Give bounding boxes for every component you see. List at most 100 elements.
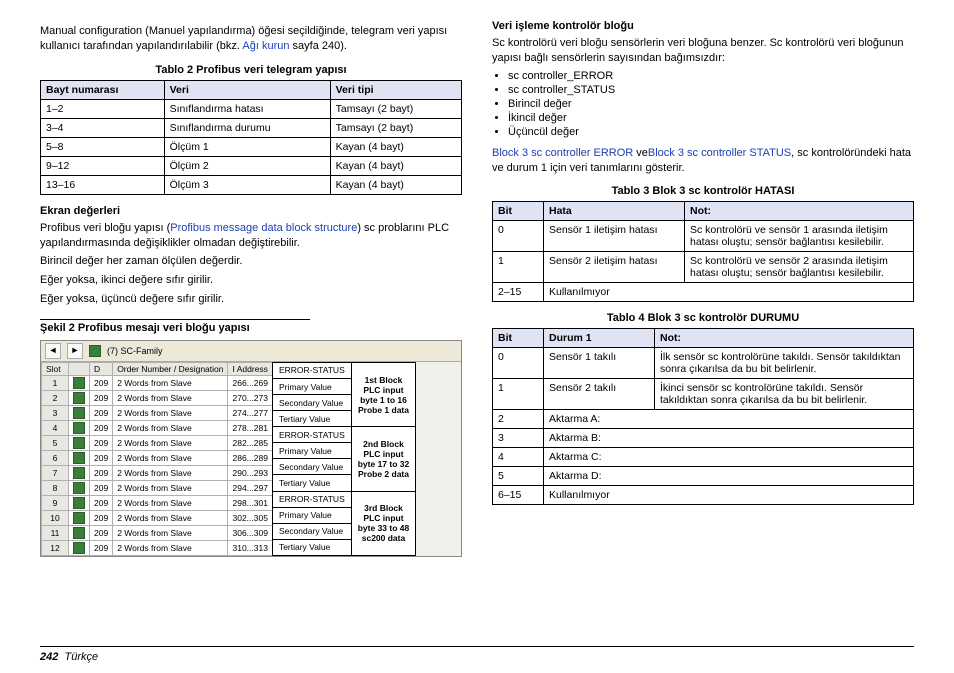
- table-row: 9–12Ölçüm 2Kayan (4 bayt): [41, 156, 462, 175]
- th: Veri: [164, 80, 330, 99]
- fig-device-label: (7) SC-Family: [107, 346, 163, 356]
- link-block3-error[interactable]: Block 3 sc controller ERROR: [492, 147, 633, 159]
- grid-cell: 2 Words from Slave: [113, 495, 228, 510]
- th: Bit: [493, 202, 544, 221]
- intro-link[interactable]: Ağı kurun: [242, 40, 289, 52]
- table2-header-row: Bayt numarası Veri Veri tipi: [41, 80, 462, 99]
- grid-cell: 282...285: [228, 435, 272, 450]
- link-block3-status[interactable]: Block 3 sc controller STATUS: [648, 147, 791, 159]
- table-row: 2Aktarma A:: [493, 410, 914, 429]
- list-item: sc controller_ERROR: [508, 70, 914, 82]
- grid-cell: 6: [42, 450, 69, 465]
- grid-cell: 2 Words from Slave: [113, 480, 228, 495]
- right-heading: Veri işleme kontrolör bloğu: [492, 20, 914, 32]
- annot-row: ERROR-STATUS3rd BlockPLC inputbyte 33 to…: [272, 491, 415, 507]
- cell: Aktarma A:: [544, 410, 914, 429]
- back-icon[interactable]: ◄: [45, 343, 61, 359]
- table-row: 3Aktarma B:: [493, 429, 914, 448]
- table4-title: Tablo 4 Blok 3 sc kontrolör DURUMU: [492, 312, 914, 324]
- grid-cell: [69, 510, 90, 525]
- list-item: İkincil değer: [508, 112, 914, 124]
- cell: Ölçüm 2: [164, 156, 330, 175]
- cell: 3: [493, 429, 544, 448]
- cell: Tamsayı (2 bayt): [330, 99, 461, 118]
- slot-icon: [73, 452, 85, 464]
- cell: Aktarma B:: [544, 429, 914, 448]
- cell: Kullanılmıyor: [544, 283, 914, 302]
- grid-cell: 306...309: [228, 525, 272, 540]
- grid-cell: 209: [90, 525, 113, 540]
- table-row: 2–15Kullanılmıyor: [493, 283, 914, 302]
- cell: 9–12: [41, 156, 165, 175]
- txt: Profibus veri bloğu yapısı (: [40, 222, 170, 234]
- forward-icon[interactable]: ►: [67, 343, 83, 359]
- cell: Ölçüm 3: [164, 175, 330, 194]
- table-row: 5–8Ölçüm 1Kayan (4 bayt): [41, 137, 462, 156]
- table-row: 1Sensör 2 takılıİkinci sensör sc kontrol…: [493, 379, 914, 410]
- gh: Order Number / Designation: [113, 362, 228, 375]
- grid-cell: 2 Words from Slave: [113, 375, 228, 390]
- slot-icon: [73, 467, 85, 479]
- annot-item: ERROR-STATUS: [272, 491, 351, 507]
- table-row: 1–2Sınıflandırma hatasıTamsayı (2 bayt): [41, 99, 462, 118]
- struct-link[interactable]: Profibus message data block structure: [170, 222, 357, 234]
- annot-item: Tertiary Value: [272, 475, 351, 491]
- grid-cell: 2 Words from Slave: [113, 465, 228, 480]
- grid-row: 52092 Words from Slave282...285: [42, 435, 273, 450]
- cell: 2: [493, 410, 544, 429]
- annot-item: Tertiary Value: [272, 411, 351, 427]
- annot-item: Tertiary Value: [272, 539, 351, 555]
- grid-row: 62092 Words from Slave286...289: [42, 450, 273, 465]
- grid-cell: [69, 390, 90, 405]
- right-p2: Block 3 sc controller ERROR veBlock 3 sc…: [492, 146, 914, 176]
- th: Hata: [544, 202, 685, 221]
- cell: Sensör 2 iletişim hatası: [544, 252, 685, 283]
- bullet-list: sc controller_ERRORsc controller_STATUSB…: [508, 70, 914, 138]
- cell: İlk sensör sc kontrolörüne takıldı. Sens…: [655, 348, 914, 379]
- annot-item: Secondary Value: [272, 459, 351, 475]
- screen-p4: Eğer yoksa, üçüncü değere sıfır girilir.: [40, 292, 462, 307]
- grid-row: 22092 Words from Slave270...273: [42, 390, 273, 405]
- th: Veri tipi: [330, 80, 461, 99]
- table2-title: Tablo 2 Profibus veri telegram yapısı: [40, 64, 462, 76]
- table-row: 6–15Kullanılmıyor: [493, 486, 914, 505]
- th: Durum 1: [544, 329, 655, 348]
- gh: Slot: [42, 362, 69, 375]
- cell: Sensör 2 takılı: [544, 379, 655, 410]
- grid-row: 42092 Words from Slave278...281: [42, 420, 273, 435]
- table-row: 13–16Ölçüm 3Kayan (4 bayt): [41, 175, 462, 194]
- grid-cell: 2 Words from Slave: [113, 435, 228, 450]
- fig-toolbar: ◄ ► (7) SC-Family: [41, 341, 461, 362]
- grid-row: 92092 Words from Slave298...301: [42, 495, 273, 510]
- annot-item: Primary Value: [272, 378, 351, 394]
- slot-icon: [73, 392, 85, 404]
- annot-item: ERROR-STATUS: [272, 362, 351, 378]
- grid-cell: 294...297: [228, 480, 272, 495]
- screen-p3: Eğer yoksa, ikinci değere sıfır girilir.: [40, 273, 462, 288]
- table3-title: Tablo 3 Blok 3 sc kontrolör HATASI: [492, 185, 914, 197]
- cell: 5–8: [41, 137, 165, 156]
- list-item: Birincil değer: [508, 98, 914, 110]
- slot-icon: [73, 377, 85, 389]
- grid-cell: 278...281: [228, 420, 272, 435]
- screen-p2: Birincil değer her zaman ölçülen değerdi…: [40, 254, 462, 269]
- cell: İkinci sensör sc kontrolörüne takıldı. S…: [655, 379, 914, 410]
- annot-row: ERROR-STATUS1st BlockPLC inputbyte 1 to …: [272, 362, 415, 378]
- grid-cell: 209: [90, 405, 113, 420]
- cell: 1: [493, 379, 544, 410]
- grid-cell: 209: [90, 420, 113, 435]
- grid-cell: 8: [42, 480, 69, 495]
- th: Not:: [655, 329, 914, 348]
- cell: 3–4: [41, 118, 165, 137]
- grid-cell: 7: [42, 465, 69, 480]
- page-footer: 242 Türkçe: [40, 646, 914, 663]
- table-row: 0Sensör 1 takılıİlk sensör sc kontrolörü…: [493, 348, 914, 379]
- grid-cell: [69, 465, 90, 480]
- table-row: 1Sensör 2 iletişim hatasıSc kontrolörü v…: [493, 252, 914, 283]
- annot-row: ERROR-STATUS2nd BlockPLC inputbyte 17 to…: [272, 427, 415, 443]
- right-p1: Sc kontrolörü veri bloğu sensörlerin ver…: [492, 36, 914, 66]
- figure2-title: Şekil 2 Profibus mesajı veri bloğu yapıs…: [40, 322, 462, 334]
- right-column: Veri işleme kontrolör bloğu Sc kontrolör…: [492, 20, 914, 638]
- fig-grid: Slot D Order Number / Designation I Addr…: [41, 362, 273, 556]
- intro-after: sayfa 240).: [293, 40, 347, 52]
